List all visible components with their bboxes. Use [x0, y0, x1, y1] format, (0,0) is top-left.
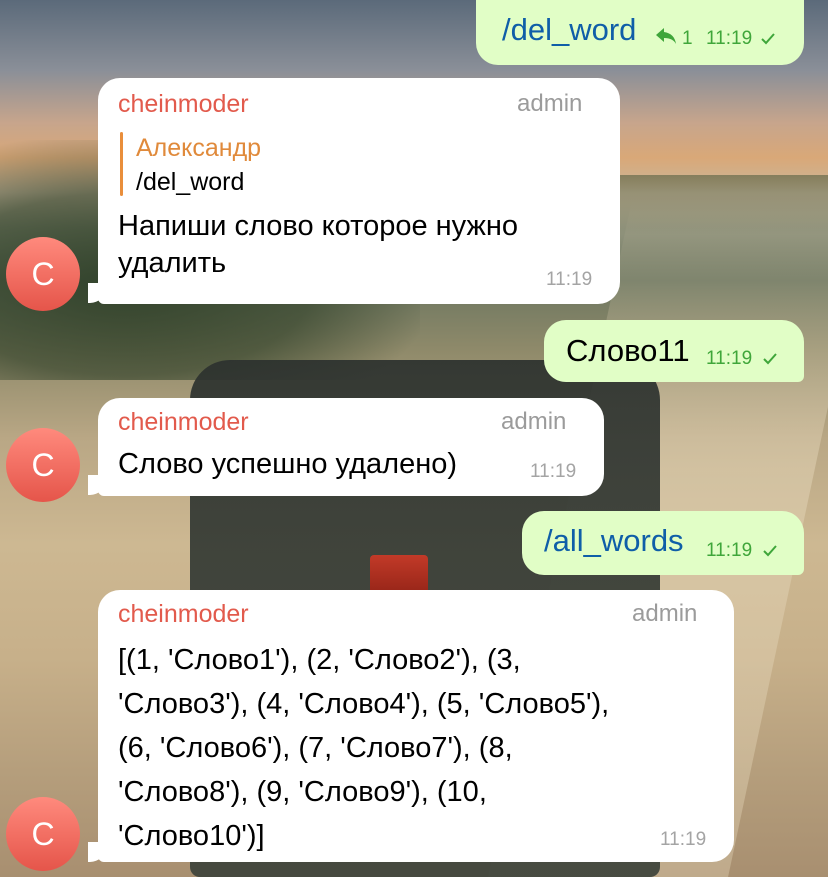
incoming-message[interactable]: cheinmoder admin [(1, 'Слово1'), (2, 'Сл… [98, 590, 734, 862]
sender-name[interactable]: cheinmoder [118, 408, 249, 437]
incoming-message[interactable]: cheinmoder admin Александр /del_word Нап… [98, 78, 620, 304]
avatar[interactable]: C [6, 797, 80, 871]
message-time: 11:19 [706, 348, 753, 369]
command-link[interactable]: /del_word [502, 12, 636, 48]
reply-count: 1 [682, 28, 693, 49]
incoming-message[interactable]: cheinmoder admin Слово успешно удалено) … [98, 398, 604, 496]
message-time: 11:19 [530, 461, 577, 482]
message-time: 11:19 [660, 829, 707, 850]
message-text: Слово11 [566, 333, 690, 368]
message-text: Слово успешно удалено) [118, 448, 457, 480]
outgoing-message[interactable]: /all_words 11:19 [522, 511, 804, 575]
sender-name[interactable]: cheinmoder [118, 90, 249, 119]
read-check-icon [761, 33, 775, 45]
avatar[interactable]: C [6, 237, 80, 311]
outgoing-message[interactable]: /del_word 1 11:19 [476, 0, 804, 65]
admin-badge: admin [501, 408, 567, 435]
read-check-icon [763, 353, 777, 365]
sender-name[interactable]: cheinmoder [118, 600, 249, 629]
reply-author[interactable]: Александр [136, 134, 261, 163]
message-text: Напиши слово которое нужно удалить [118, 210, 519, 279]
reply-quote-bar [120, 132, 123, 196]
command-link[interactable]: /all_words [544, 523, 684, 559]
message-time: 11:19 [706, 540, 753, 561]
admin-badge: admin [632, 600, 698, 627]
avatar[interactable]: C [6, 428, 80, 502]
message-time: 11:19 [546, 269, 593, 290]
message-time: 11:19 [706, 28, 753, 49]
message-text: [(1, 'Слово1'), (2, 'Слово2'), (3, 'Слов… [118, 644, 610, 852]
reply-arrow-icon [656, 28, 676, 44]
admin-badge: admin [517, 90, 583, 117]
outgoing-message[interactable]: Слово11 11:19 [544, 320, 804, 382]
reply-text[interactable]: /del_word [136, 168, 244, 197]
read-check-icon [763, 545, 777, 557]
